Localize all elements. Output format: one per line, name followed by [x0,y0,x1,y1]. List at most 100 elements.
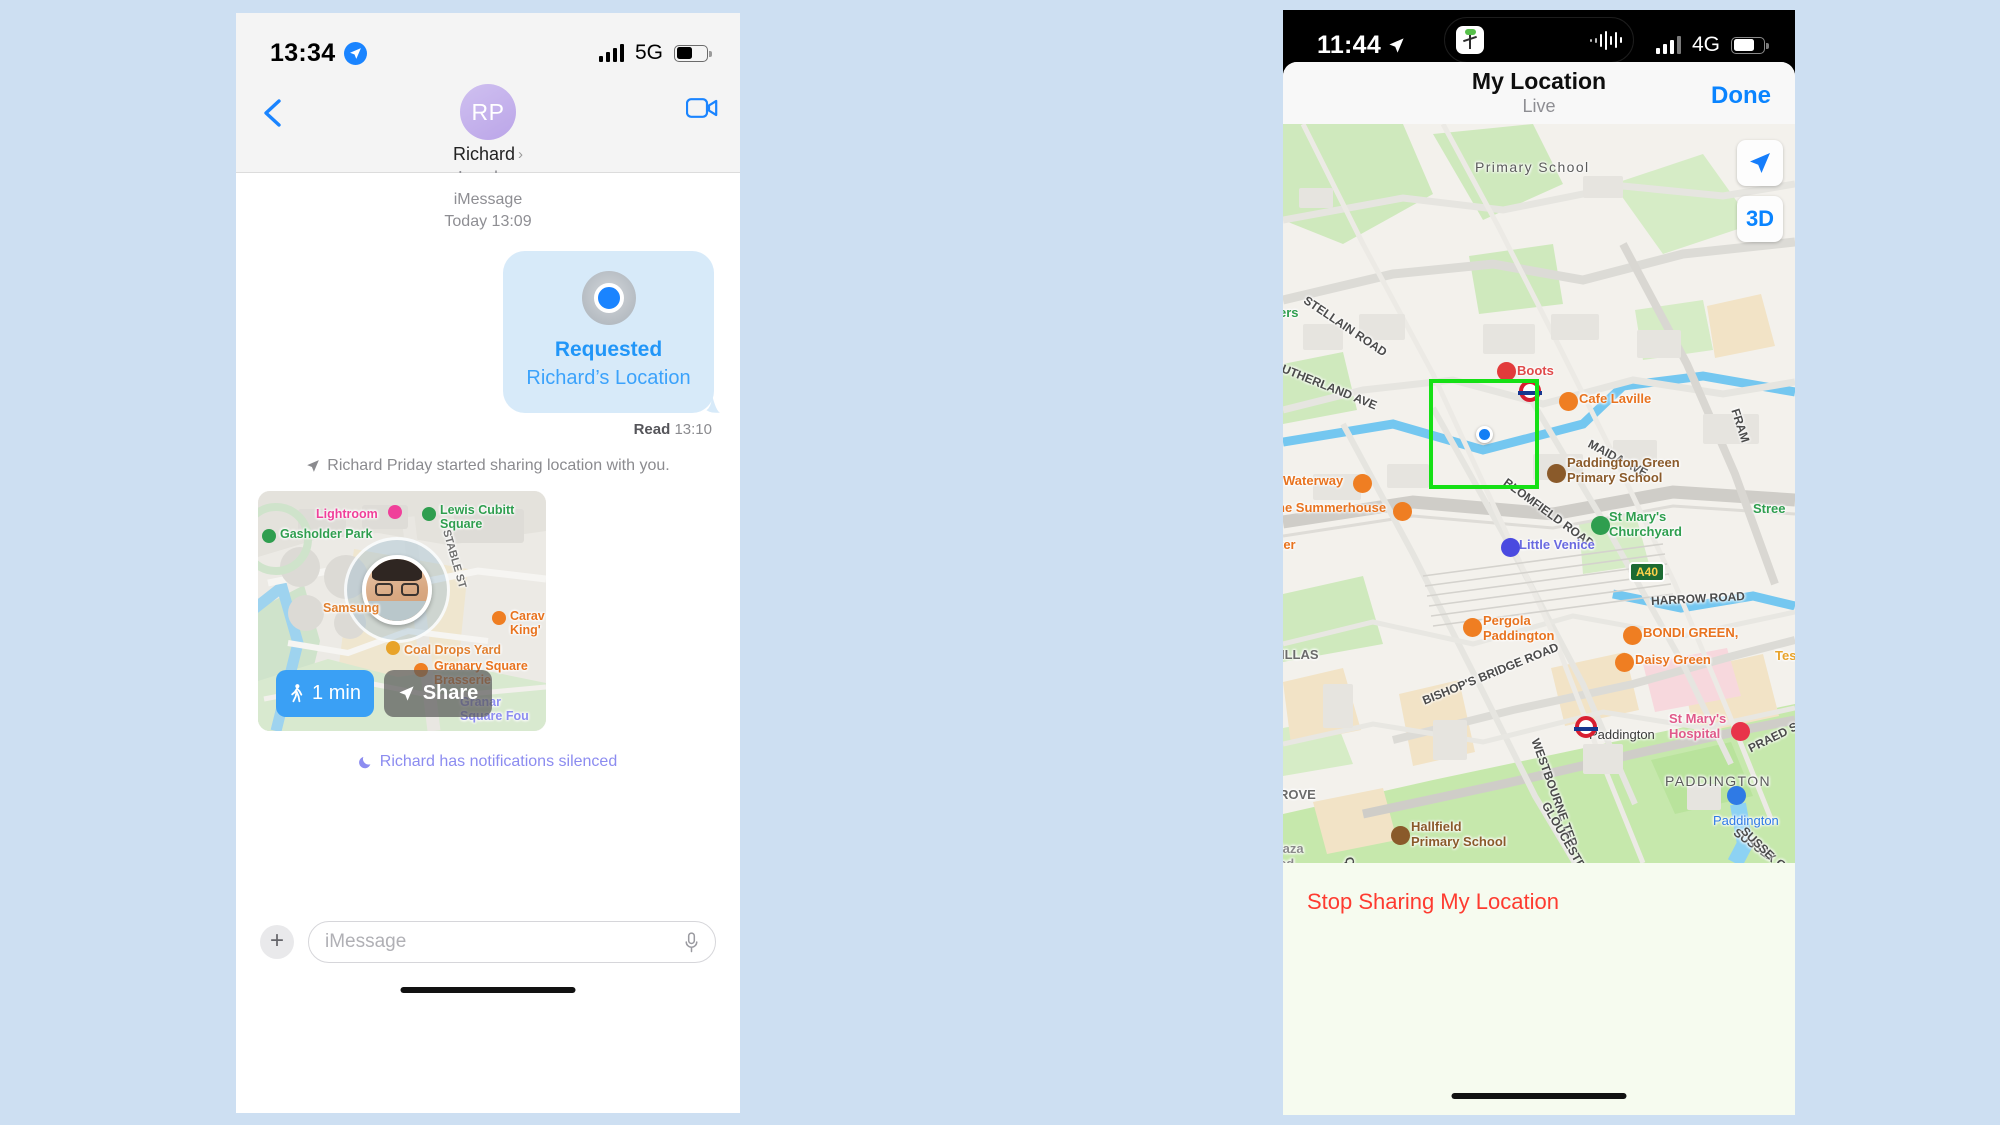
user-location-dot [1476,426,1493,443]
map-label: ROVE [1283,787,1316,802]
hospital-icon[interactable] [1731,722,1750,741]
map-label: Samsung [323,600,380,615]
park-icon[interactable] [1591,516,1610,535]
restaurant-icon[interactable] [1559,392,1578,411]
bubble-title: Requested [554,338,663,362]
map-label: Paddington [1713,813,1779,828]
map-label: Tes [1775,648,1795,663]
park-icon[interactable] [422,506,436,521]
thread-date: Today 13:09 [444,213,532,231]
school-icon[interactable] [1391,826,1410,845]
share-button-label: Share [422,681,479,704]
stop-sharing-button[interactable]: Stop Sharing My Location [1307,889,1559,915]
avatar[interactable]: RP [460,84,516,140]
sheet-bottom-bar: Stop Sharing My Location [1283,863,1795,1115]
status-indicators: 4G [1655,33,1769,57]
map-label: Carav King' [510,608,545,637]
map-label: St Mary's Hospital [1669,711,1727,741]
restaurant-icon[interactable] [1463,618,1482,637]
map-label: Cafe Laville [1579,391,1652,406]
message-thread: iMessage Today 13:09 Requested Richard’s… [236,173,740,1009]
contact-name: Richard [452,144,516,164]
audio-waveform-icon[interactable] [1589,30,1622,50]
map-label: Paddington Green Primary School [1567,455,1680,485]
map-label: Lightroom [316,506,378,521]
right-phone-find-my: 11:44 4G My Location Live Done 3D STELLA… [1283,10,1795,1115]
receipt-status: Read [633,420,671,438]
location-arrow-icon [1389,37,1404,53]
home-indicator [1451,1093,1627,1099]
status-time: 11:44 [1317,31,1405,60]
tube-station-icon[interactable] [1574,716,1598,738]
map-label: BONDI GREEN, [1643,625,1739,640]
sheet-header: My Location Live Done [1283,62,1795,124]
receipt-time: 13:10 [674,420,712,438]
share-note-text: Richard Priday started sharing location … [327,456,670,474]
map-label: ers [1283,305,1299,320]
map-label: ILLAS [1283,647,1319,662]
message-input-placeholder: iMessage [325,931,407,952]
rail-icon[interactable] [1727,786,1746,805]
status-time-text: 11:44 [1317,30,1382,59]
restaurant-icon[interactable] [1623,626,1642,645]
map-label: Primary School [1475,159,1590,175]
recenter-button[interactable] [1737,140,1783,186]
map-card-actions: 1 min Share [276,669,492,717]
map-3d-button[interactable]: 3D [1737,196,1783,242]
live-location-map[interactable]: 3D STELLAIN ROAD SUTHERLAND AVE BLOMFIELD … [1283,124,1795,863]
location-arrow-icon [344,41,368,65]
facetime-video-icon[interactable] [685,97,718,124]
shop-icon[interactable] [386,640,400,655]
route-shield: A40 [1629,562,1666,582]
map-label: Stree [1753,501,1786,516]
read-receipt: Read 13:10 [236,413,740,438]
map-label: Lewis Cubitt Square [440,502,515,531]
walking-eta-button[interactable]: 1 min [276,669,374,717]
contact-name-row: Richard › [453,144,523,165]
message-input-field[interactable]: iMessage [308,921,716,963]
camera-icon[interactable] [388,504,402,519]
location-arrow-icon [399,686,414,701]
left-status-bar: 13:34 5G [236,13,740,75]
restaurant-icon[interactable] [1393,502,1412,521]
shared-location-map-card[interactable]: Lightroom Lewis Cubitt Square Gasholder Par… [258,490,546,731]
done-button[interactable]: Done [1711,82,1771,110]
chevron-right-icon: › [518,146,524,163]
map-label: Gasholder Park [280,526,373,541]
moon-crescent-icon [358,757,371,769]
network-label: 4G [1691,33,1720,56]
park-icon[interactable] [262,528,276,543]
golf-app-icon[interactable] [1456,26,1484,54]
star-icon[interactable] [1501,538,1520,557]
sheet-title: My Location [1471,67,1607,94]
restaurant-icon[interactable] [1353,474,1372,493]
map-label: Coal Drops Yard [404,642,502,657]
location-request-bubble[interactable]: Requested Richard’s Location [503,251,714,413]
cellular-bars-icon [598,44,624,62]
share-started-note: Richard Priday started sharing location … [236,457,740,475]
school-icon[interactable] [1547,464,1566,483]
map-label: Paddington [1589,727,1655,742]
walking-person-icon [291,683,303,702]
restaurant-icon[interactable] [492,610,506,625]
microphone-icon[interactable] [684,931,699,953]
screenshot-canvas: 13:34 5G RP Richard › iMessage Today 13:… [0,0,2000,1125]
map-label: ne Summerhouse [1283,500,1387,515]
sheet-subtitle: Live [1522,95,1556,116]
thread-service-label: iMessage Today 13:09 [236,189,740,233]
restaurant-icon[interactable] [1615,653,1634,672]
dynamic-island[interactable] [1444,17,1634,63]
location-arrow-icon [1750,153,1770,173]
share-location-button[interactable]: Share [384,669,492,717]
map-label: Waterway [1283,473,1344,488]
map-label: Boots [1517,363,1554,378]
walking-eta-label: 1 min [312,681,361,704]
map-label: PADDINGTON [1665,773,1772,789]
map-controls: 3D [1737,140,1783,242]
status-indicators: 5G [598,41,712,65]
map-label: Daisy Green [1635,652,1711,667]
bubble-subtitle: Richard’s Location [526,366,691,389]
status-time-text: 13:34 [270,38,336,67]
plus-icon[interactable]: + [260,925,294,959]
status-time: 13:34 [270,38,368,68]
